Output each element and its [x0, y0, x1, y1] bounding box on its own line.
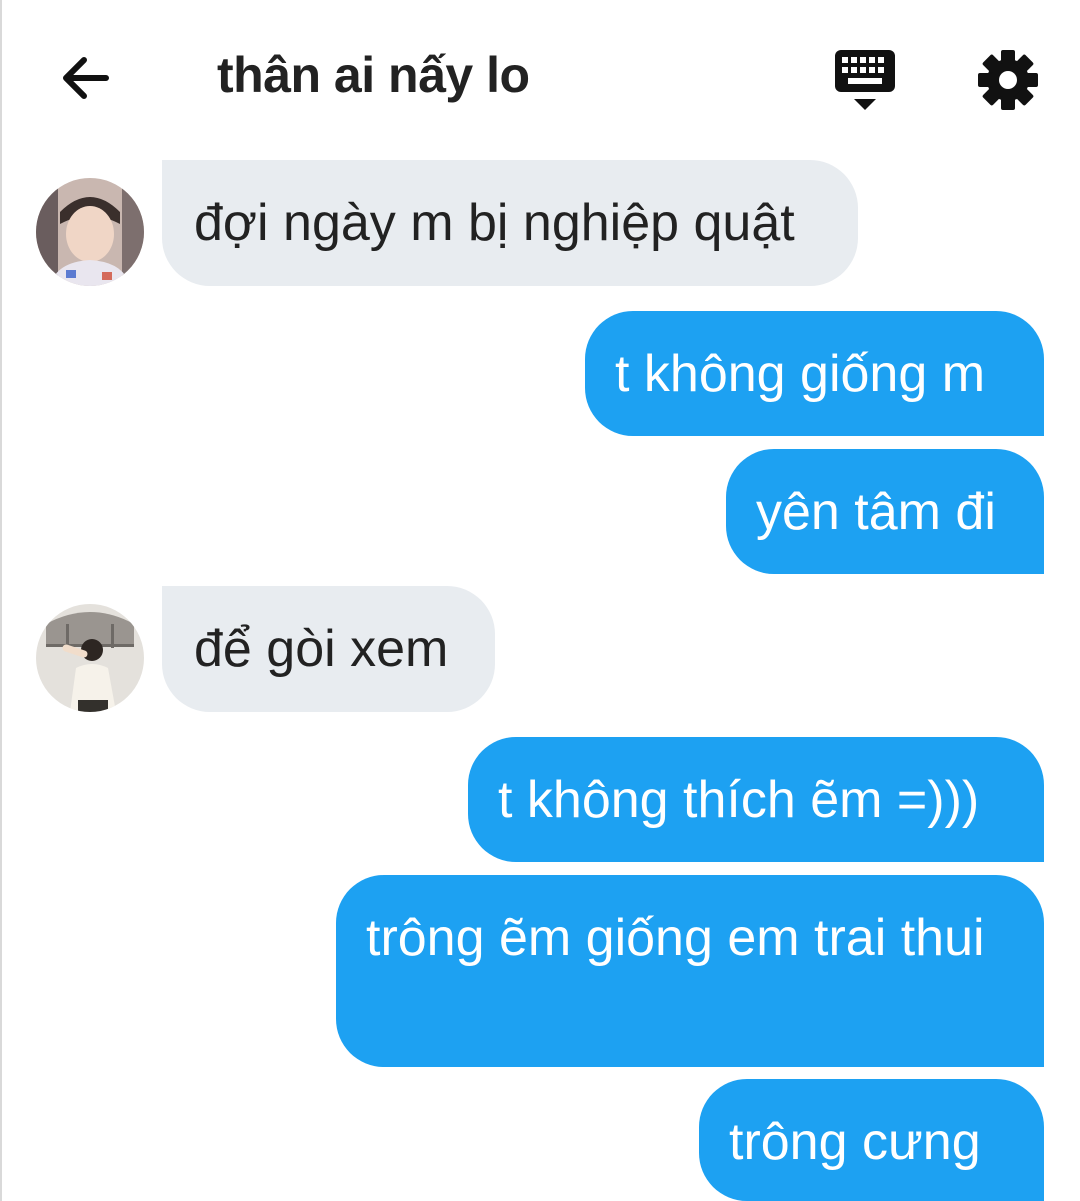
keyboard-icon: [835, 50, 895, 110]
message-text: yên tâm đi: [756, 483, 996, 541]
message-text: đợi ngày m bị nghiệp quật: [194, 194, 795, 252]
message-bubble-incoming[interactable]: đợi ngày m bị nghiệp quật: [162, 160, 858, 286]
back-arrow-icon: [63, 57, 109, 99]
message-bubble-outgoing[interactable]: trông ẽm giống em trai thui: [336, 875, 1044, 1067]
message-text: t không giống m: [615, 345, 986, 403]
message-text: để gòi xem: [194, 620, 449, 678]
window-edge: [0, 0, 2, 1201]
message-bubble-incoming[interactable]: để gòi xem: [162, 586, 495, 712]
contact-avatar[interactable]: [36, 604, 144, 712]
message-bubble-outgoing[interactable]: yên tâm đi: [726, 449, 1044, 574]
conversation-title: thân ai nấy lo: [217, 47, 530, 103]
gear-icon: [978, 50, 1038, 110]
chat-header: thân ai nấy lo: [0, 0, 1080, 150]
contact-avatar[interactable]: [36, 178, 144, 286]
settings-button[interactable]: [972, 44, 1044, 116]
avatar-photo-1: [36, 178, 144, 286]
message-text: trông ẽm giống em trai thui: [366, 909, 985, 967]
message-bubble-outgoing[interactable]: trông cưng: [699, 1079, 1044, 1201]
avatar-photo-2: [36, 604, 144, 712]
message-bubble-outgoing[interactable]: t không giống m: [585, 311, 1044, 436]
message-bubble-outgoing[interactable]: t không thích ẽm =))): [468, 737, 1044, 862]
message-text: trông cưng: [729, 1113, 981, 1171]
keyboard-button[interactable]: [830, 44, 900, 116]
back-button[interactable]: [52, 48, 116, 108]
message-text: t không thích ẽm =))): [498, 771, 980, 829]
